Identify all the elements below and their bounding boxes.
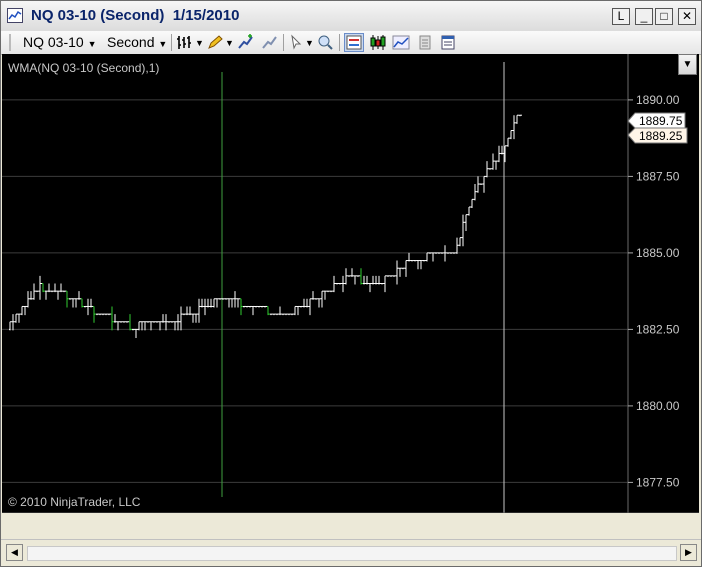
indicator-label: WMA(NQ 03-10 (Second),1) <box>8 61 159 75</box>
link-button[interactable]: L <box>612 8 630 25</box>
price-tick-label: 1880.00 <box>636 399 680 413</box>
toolbar-grip <box>9 34 11 51</box>
zoom-icon[interactable] <box>316 34 334 51</box>
cursor-icon[interactable] <box>288 34 306 51</box>
close-button[interactable]: ✕ <box>678 8 696 25</box>
price-tick-label: 1882.50 <box>636 322 680 336</box>
chart-canvas[interactable]: 1890.00 1887.50 1885.00 1882.50 1880.00 1877.… <box>2 54 699 513</box>
scroll-up-button[interactable]: ▼ <box>678 54 697 75</box>
scroll-track[interactable] <box>27 546 677 561</box>
chevron-down-icon: ▼ <box>158 39 168 49</box>
maximize-button[interactable]: □ <box>655 8 673 25</box>
chart-trader-icon[interactable] <box>344 33 364 52</box>
chevron-down-icon[interactable]: ▼ <box>225 38 234 48</box>
candlestick-icon[interactable] <box>369 34 387 51</box>
price-tick-label: 1887.50 <box>636 169 680 183</box>
scroll-left-arrow-icon[interactable]: ◀ <box>6 544 23 561</box>
chevron-down-icon[interactable]: ▼ <box>195 38 204 48</box>
wma-value: 1889.25 <box>639 129 683 143</box>
chart-toolbar: NQ 03-10 ▼ Second ▼ ▼ ▼ ▼ <box>1 31 701 55</box>
price-tick-label: 1890.00 <box>636 93 680 107</box>
minimize-button[interactable]: _ <box>635 8 653 25</box>
add-indicator-icon[interactable] <box>236 34 254 51</box>
toolbar-separator <box>171 34 172 51</box>
data-box-icon[interactable] <box>416 34 434 51</box>
interval-label: Second <box>107 34 155 50</box>
drawing-tool-icon[interactable] <box>206 34 224 51</box>
chevron-down-icon: ▼ <box>87 39 97 49</box>
instrument-label: NQ 03-10 <box>23 34 84 50</box>
grid-lines <box>2 99 628 483</box>
bar-type-icon[interactable] <box>176 34 194 51</box>
price-bars <box>9 114 522 339</box>
instrument-selector[interactable]: NQ 03-10 ▼ <box>23 34 97 50</box>
horizontal-scrollbar[interactable]: ◀ ▶ <box>1 539 701 565</box>
toolbar-separator <box>339 34 340 51</box>
price-chart[interactable]: 1890.00 1887.50 1885.00 1882.50 1880.00 1877.… <box>2 54 699 513</box>
scroll-right-arrow-icon[interactable]: ▶ <box>680 544 697 561</box>
window-title: NQ 03-10 (Second) 1/15/2010 <box>31 7 240 24</box>
properties-icon[interactable] <box>439 34 457 51</box>
toolbar-separator <box>283 34 284 51</box>
remove-indicator-icon[interactable] <box>260 34 278 51</box>
last-price-tag: 1889.75 <box>627 112 686 129</box>
wma-value-tag: 1889.25 <box>627 127 688 144</box>
chevron-down-icon[interactable]: ▼ <box>305 38 314 48</box>
copyright-label: © 2010 NinjaTrader, LLC <box>8 495 141 509</box>
price-tick-label: 1877.50 <box>636 475 680 489</box>
price-tick-label: 1885.00 <box>636 246 680 260</box>
title-bar[interactable]: NQ 03-10 (Second) 1/15/2010 L _ □ ✕ <box>1 1 701 32</box>
line-chart-icon[interactable] <box>392 34 410 51</box>
price-axis: 1890.00 1887.50 1885.00 1882.50 1880.00 1877.… <box>628 93 680 489</box>
chart-app-icon <box>7 8 23 23</box>
last-price-value: 1889.75 <box>639 114 683 128</box>
chart-window: NQ 03-10 (Second) 1/15/2010 L _ □ ✕ NQ 0… <box>0 0 702 567</box>
interval-selector[interactable]: Second ▼ <box>107 34 167 50</box>
